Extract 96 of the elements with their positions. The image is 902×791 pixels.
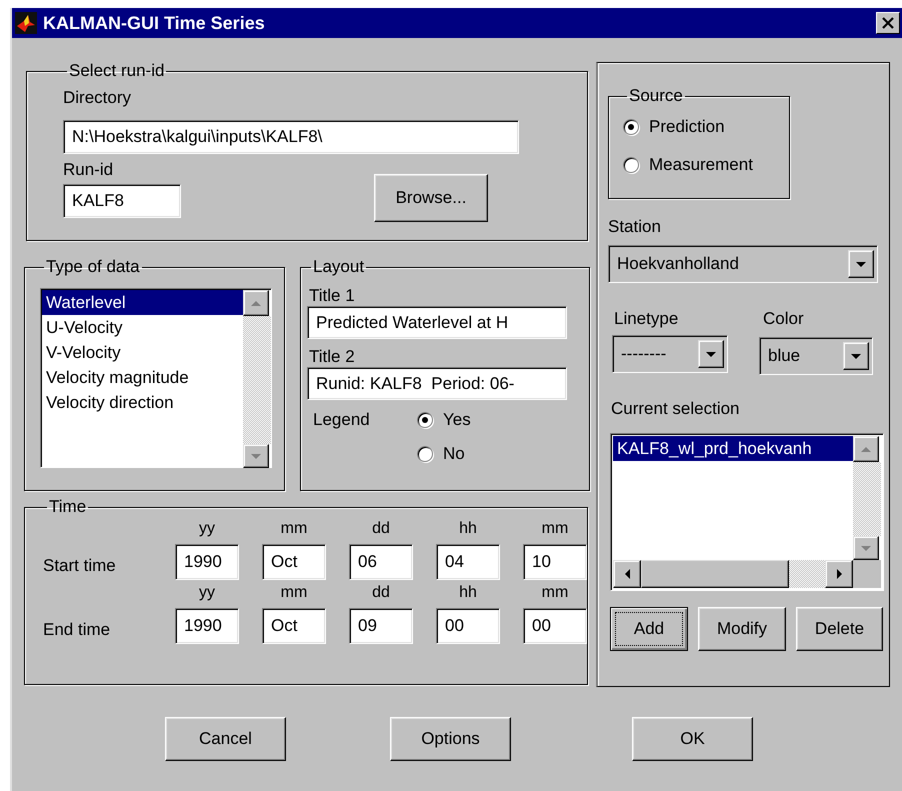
dropdown-value: Hoekvanholland (617, 254, 740, 274)
dialog-button[interactable]: Cancel (165, 717, 286, 761)
time-field[interactable]: 00 (436, 608, 500, 644)
time-field[interactable]: 09 (349, 608, 413, 644)
time-field[interactable]: 06 (349, 544, 413, 580)
group-label: Source (628, 87, 684, 105)
unit-label: hh (459, 519, 477, 539)
dropdown-value: -------- (621, 344, 668, 364)
list-item[interactable]: U-Velocity (42, 315, 243, 340)
dropdown-value: blue (768, 346, 802, 366)
scroll-down-button[interactable] (243, 444, 269, 468)
time-field[interactable]: 1990 (175, 608, 239, 644)
down-arrow-icon (861, 546, 871, 550)
group-label: Type of data (45, 258, 141, 276)
unit-label: yy (199, 519, 215, 539)
field-label: Directory (63, 88, 132, 108)
linetype-dropdown[interactable]: -------- (612, 335, 728, 373)
color-dropdown[interactable]: blue (759, 337, 873, 375)
vertical-scrollbar[interactable] (243, 290, 271, 468)
radio-button[interactable] (417, 412, 433, 428)
right-arrow-icon (836, 569, 842, 579)
list-item[interactable]: Velocity magnitude (42, 365, 243, 390)
scroll-up-button[interactable] (243, 290, 269, 316)
group-label: Layout (312, 258, 366, 276)
close-button[interactable] (876, 12, 900, 34)
field-label: Title 1 (308, 286, 356, 306)
radio-label: Yes (443, 410, 471, 430)
radio-button[interactable] (417, 446, 433, 462)
unit-label: dd (372, 519, 390, 539)
horizontal-scrollbar[interactable] (613, 560, 853, 588)
time-field[interactable]: 04 (436, 544, 500, 580)
selection-list[interactable]: KALF8_wl_prd_hoekvanh (610, 433, 884, 591)
dialog-button[interactable]: OK (632, 717, 753, 761)
list-item[interactable]: KALF8_wl_prd_hoekvanh (613, 436, 853, 461)
unit-label: mm (542, 583, 568, 603)
down-arrow-icon (851, 354, 861, 358)
field-label: Linetype (613, 309, 680, 329)
field-label: Color (762, 309, 805, 329)
unit-label: dd (372, 583, 390, 603)
dropdown-button[interactable] (698, 340, 724, 368)
down-arrow-icon (706, 352, 716, 356)
radio-button[interactable] (623, 119, 639, 135)
station-dropdown[interactable]: Hoekvanholland (608, 245, 878, 283)
scroll-down-button[interactable] (853, 536, 879, 560)
time-field[interactable]: Oct (262, 544, 326, 580)
dropdown-button[interactable] (843, 342, 869, 370)
directory-field[interactable]: N:\Hoekstra\kalgui\inputs\KALF8\ (63, 120, 519, 154)
time-field[interactable]: 1990 (175, 544, 239, 580)
time-field[interactable]: 00 (523, 608, 587, 644)
scrollbar-corner (853, 560, 881, 588)
row-label: Start time (43, 556, 117, 577)
up-arrow-icon (251, 300, 261, 306)
up-arrow-icon (861, 446, 871, 452)
field-label: Legend (312, 410, 371, 431)
unit-label: hh (459, 583, 477, 603)
group-label: Select run-id (68, 62, 166, 80)
unit-label: mm (280, 583, 308, 603)
scroll-left-button[interactable] (613, 560, 641, 588)
radio-label: Measurement (649, 155, 753, 175)
browse-button[interactable]: Browse... (374, 174, 488, 222)
radio-label: Prediction (649, 117, 725, 137)
dialog-button[interactable]: Options (390, 717, 511, 761)
field-label: Title 2 (308, 347, 356, 367)
time-field[interactable]: Oct (262, 608, 326, 644)
window-title: KALMAN-GUI Time Series (43, 12, 266, 34)
scroll-thumb[interactable] (641, 560, 789, 588)
list-item[interactable]: Waterlevel (42, 290, 243, 315)
radio-label: No (443, 444, 465, 464)
group-label: Time (48, 498, 88, 516)
field-label: Run-id (63, 160, 114, 180)
scroll-up-button[interactable] (853, 436, 879, 462)
down-arrow-icon (856, 262, 866, 266)
scroll-right-button[interactable] (825, 560, 853, 588)
down-arrow-icon (251, 454, 261, 458)
close-icon (882, 17, 894, 29)
title-field[interactable]: Predicted Waterlevel at H (307, 306, 567, 339)
unit-label: mm (542, 519, 568, 539)
list-action-button[interactable]: Add (610, 607, 688, 651)
list-item[interactable]: Velocity direction (42, 390, 243, 415)
time-field[interactable]: 10 (523, 544, 587, 580)
list-action-button[interactable]: Modify (698, 607, 786, 651)
data-type-list[interactable]: Waterlevel U-Velocity V-Velocity Velocity magnitude Velocity direction (40, 288, 272, 468)
left-arrow-icon (624, 569, 630, 579)
list-action-button[interactable]: Delete (796, 607, 883, 651)
dropdown-button[interactable] (848, 250, 874, 278)
radio-button[interactable] (623, 157, 639, 173)
app-icon (15, 12, 37, 34)
unit-label: yy (199, 583, 215, 603)
row-label: End time (43, 620, 112, 641)
field-label: Current selection (610, 399, 741, 419)
vertical-scrollbar[interactable] (853, 436, 881, 560)
title-field[interactable]: Runid: KALF8 Period: 06- (307, 367, 567, 400)
field-label: Station (608, 217, 662, 237)
list-item[interactable]: V-Velocity (42, 340, 243, 365)
unit-label: mm (280, 519, 308, 539)
run-id-field[interactable]: KALF8 (63, 184, 181, 218)
